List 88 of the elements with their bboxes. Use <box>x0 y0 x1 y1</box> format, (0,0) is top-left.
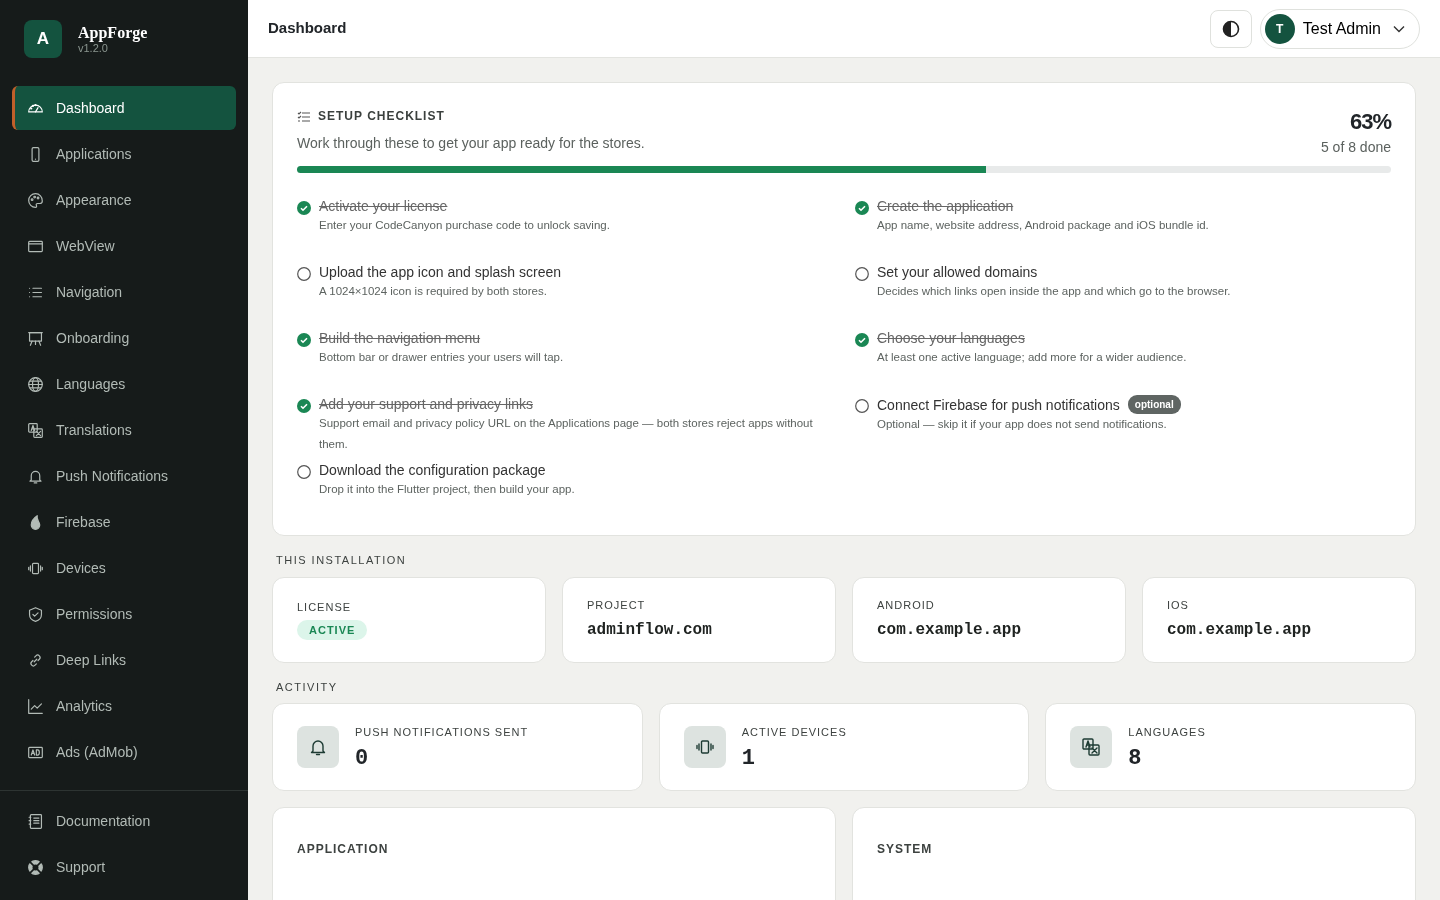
progress-percent: 63% <box>1348 111 1391 134</box>
theme-toggle-button[interactable] <box>1209 9 1252 48</box>
check-circle-icon[interactable] <box>855 201 869 216</box>
checklist-icon <box>297 110 310 122</box>
shield-check-icon <box>27 605 44 623</box>
checklist-subtitle: Work through these to get your app ready for the stores. <box>297 134 645 154</box>
section-heading: THIS INSTALLATION <box>276 553 408 569</box>
stat-value: 1 <box>741 748 756 771</box>
task-description: Drop it into the Flutter project, then build your app. <box>319 482 575 498</box>
task-title: Connect Firebase for push notifications <box>877 395 1120 414</box>
section-heading: ACTIVITY <box>276 679 339 695</box>
sidebar-item[interactable]: Applications <box>12 132 236 176</box>
task-description: Enter your CodeCanyon purchase code to unlock saving. <box>319 218 610 234</box>
sidebar-item[interactable]: Deep Links <box>12 638 236 682</box>
translate-icon <box>1081 737 1102 758</box>
sidebar-item[interactable]: Dashboard <box>12 86 236 130</box>
contrast-icon <box>1221 19 1240 38</box>
panel-title: APPLICATION <box>297 841 390 859</box>
card-value: com.example.app <box>1167 619 1313 641</box>
task-description: App name, website address, Android package and iOS bundle id. <box>877 218 1209 234</box>
task-title: Activate your license <box>319 197 448 216</box>
sidebar-item[interactable]: Firebase <box>12 500 236 544</box>
palette-icon <box>27 191 44 209</box>
sidebar-item[interactable]: Permissions <box>12 592 236 636</box>
sidebar-item[interactable]: Ads (AdMob) <box>12 730 236 774</box>
task-title: Download the configuration package <box>319 461 546 480</box>
card-label: LICENSE <box>297 599 353 615</box>
task-title: Choose your languages <box>877 329 1025 348</box>
sidebar-item[interactable]: Support <box>12 845 236 889</box>
line-chart-icon <box>27 697 44 715</box>
sidebar-item[interactable]: WebView <box>12 224 236 268</box>
globe-icon <box>27 375 44 393</box>
lifebuoy-icon <box>27 858 44 876</box>
task-description: Bottom bar or drawer entries your users will tap. <box>319 350 564 366</box>
empty-circle-icon[interactable] <box>855 399 869 414</box>
sidebar-item[interactable]: Navigation <box>12 270 236 314</box>
task-title: Create the application <box>877 197 1014 216</box>
empty-circle-icon[interactable] <box>855 267 869 282</box>
card-label: PROJECT <box>587 598 647 614</box>
task-description: Decides which links open inside the app and which go to the browser. <box>877 284 1231 300</box>
sidebar-item[interactable]: Onboarding <box>12 316 236 360</box>
check-circle-icon[interactable] <box>297 333 311 348</box>
task-description: At least one active language; add more for a wider audience. <box>877 350 1187 366</box>
sidebar-item[interactable]: Documentation <box>12 799 236 843</box>
task-description: Optional — skip it if your app does not send notifications. <box>877 417 1168 433</box>
check-circle-icon[interactable] <box>297 201 311 216</box>
translate-icon <box>27 421 44 439</box>
optional-badge: optional <box>1127 395 1181 415</box>
link-icon <box>27 651 44 669</box>
card-value: com.example.app <box>877 619 1023 641</box>
task-title: Set your allowed domains <box>877 263 1038 282</box>
checklist-title: SETUP CHECKLIST <box>318 108 445 126</box>
stat-label: LANGUAGES <box>1128 724 1206 740</box>
empty-circle-icon[interactable] <box>297 267 311 282</box>
bell-icon <box>308 737 328 758</box>
app-name: AppForge <box>78 24 148 42</box>
check-circle-icon[interactable] <box>855 333 869 348</box>
app-logo: A <box>24 20 62 58</box>
sidebar-item[interactable]: Translations <box>12 408 236 452</box>
task-title: Add your support and privacy links <box>319 395 533 414</box>
sidebar-item[interactable]: Devices <box>12 546 236 590</box>
task-title: Build the navigation menu <box>319 329 481 348</box>
panel-title: SYSTEM <box>877 841 934 859</box>
version-text: v1.2.0 <box>78 41 108 54</box>
sidebar-item[interactable]: Languages <box>12 362 236 406</box>
easel-icon <box>27 329 44 347</box>
avatar: T <box>1264 13 1295 44</box>
status-badge: ACTIVE <box>297 620 368 641</box>
task-description: A 1024×1024 icon is required by both stores. <box>319 284 548 300</box>
card-label: IOS <box>1167 598 1190 614</box>
chevron-down-icon <box>1393 24 1405 33</box>
card-label: ANDROID <box>877 598 936 614</box>
task-description: Support email and privacy policy URL on the Applications page — both stores reject apps without them. <box>319 416 814 452</box>
page-title: Dashboard <box>268 18 347 39</box>
check-circle-icon[interactable] <box>297 399 311 414</box>
stat-value: 0 <box>355 748 370 771</box>
user-menu-button[interactable]: T Test Admin <box>1259 8 1420 49</box>
task-title: Upload the app icon and splash screen <box>319 263 562 282</box>
document-icon <box>27 812 44 830</box>
sidebar-item[interactable]: Analytics <box>12 684 236 728</box>
stat-label: ACTIVE DEVICES <box>741 724 847 740</box>
sidebar-item[interactable]: Push Notifications <box>12 454 236 498</box>
empty-circle-icon[interactable] <box>297 465 311 480</box>
sidebar-item[interactable]: Appearance <box>12 178 236 222</box>
card-value: adminflow.com <box>587 619 713 641</box>
stat-label: PUSH NOTIFICATIONS SENT <box>355 724 529 740</box>
stat-value: 8 <box>1128 748 1143 771</box>
progress-summary: 5 of 8 done <box>1320 138 1391 158</box>
